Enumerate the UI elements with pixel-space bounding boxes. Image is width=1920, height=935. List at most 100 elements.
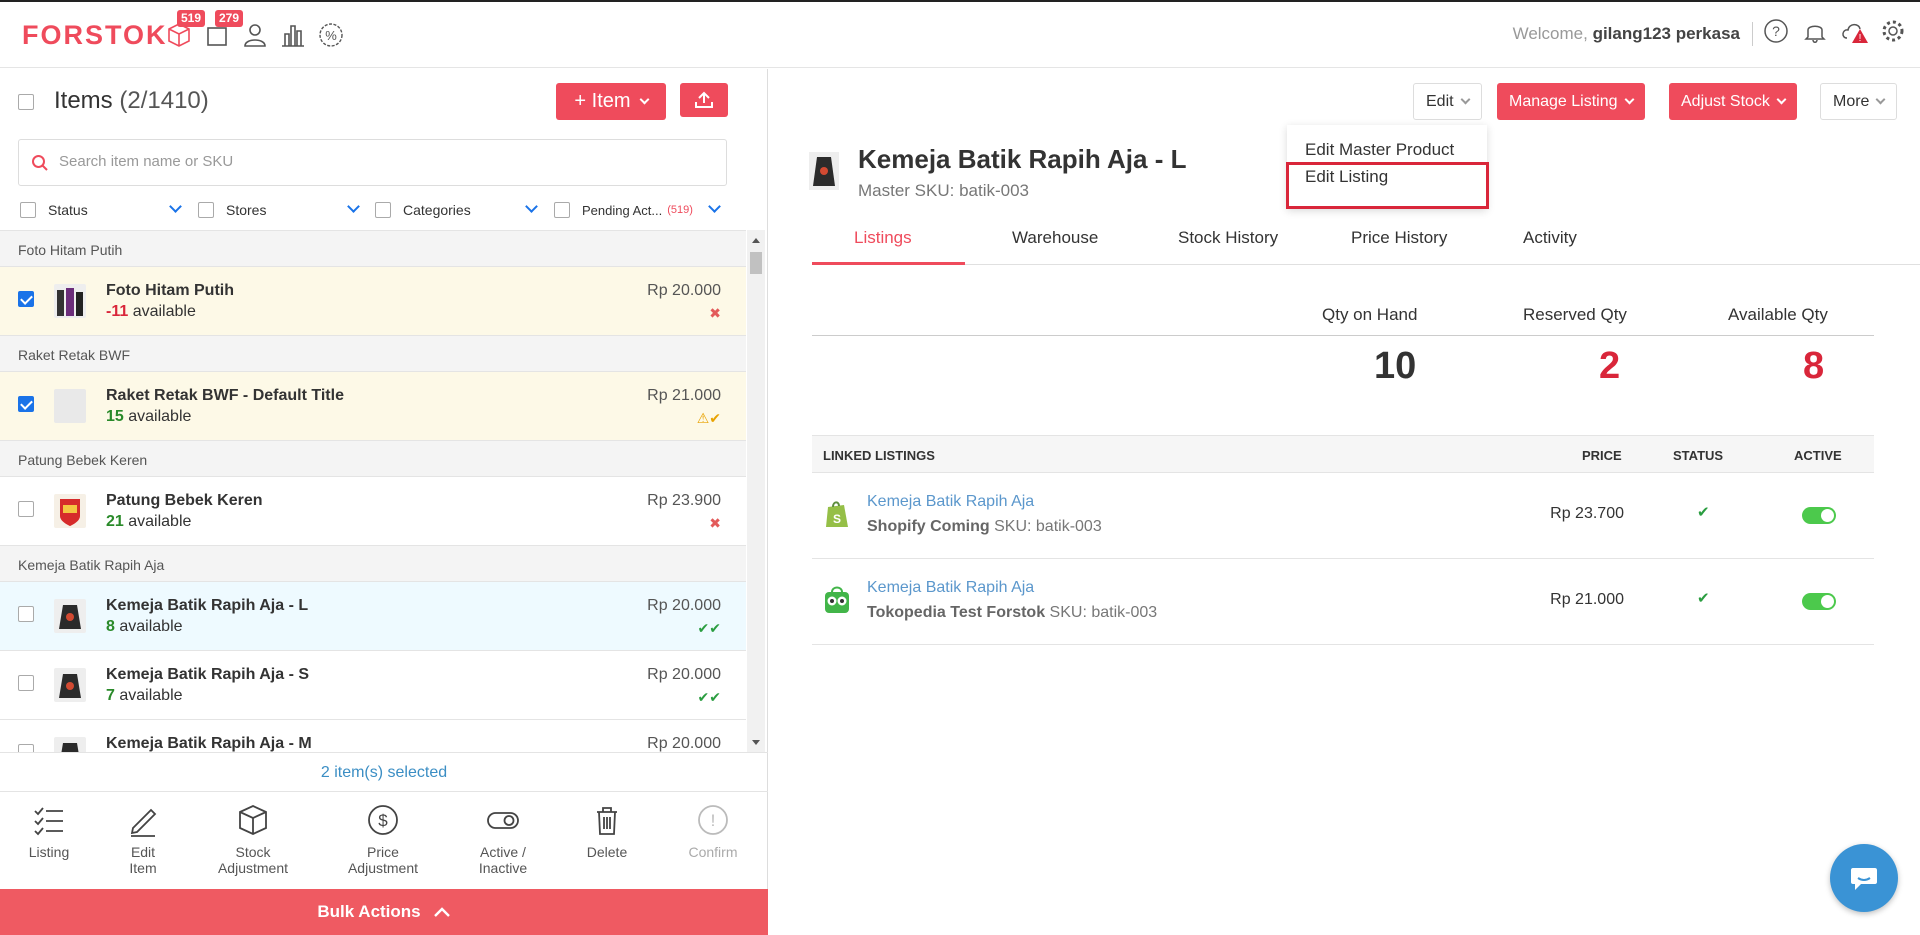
top-bar: FORSTOK 519 279 % Welcome, gilang123 per…	[0, 0, 1920, 68]
chevron-down-icon[interactable]	[708, 200, 721, 213]
promotion-icon[interactable]: %	[316, 16, 346, 50]
manage-listing-label: Manage Listing	[1509, 92, 1618, 110]
select-all-checkbox[interactable]	[18, 94, 34, 110]
item-price: Rp 21.000	[647, 387, 721, 404]
confirm-action[interactable]: ! Confirm	[668, 802, 758, 860]
chat-widget-button[interactable]	[1830, 844, 1898, 912]
listing-store: Shopify Coming SKU: batik-003	[867, 518, 1102, 536]
tab-listings[interactable]: Listings	[854, 228, 912, 248]
edit-button[interactable]: Edit	[1413, 83, 1482, 120]
scroll-down-arrow-icon[interactable]	[752, 740, 760, 749]
scrollbar-thumb[interactable]	[750, 252, 762, 274]
list-item[interactable]: Patung Bebek Keren 21 available Rp 23.90…	[0, 476, 746, 545]
listing-name-link[interactable]: Kemeja Batik Rapih Aja	[867, 493, 1034, 511]
user-name[interactable]: gilang123 perkasa	[1593, 24, 1740, 43]
report-chart-icon[interactable]	[278, 16, 308, 50]
categories-checkbox[interactable]	[375, 202, 391, 218]
list-item[interactable]: Raket Retak BWF - Default Title 15 avail…	[0, 371, 746, 440]
item-name: Patung Bebek Keren	[106, 492, 263, 509]
item-availability: 15 available	[106, 408, 191, 426]
adjust-stock-button[interactable]: Adjust Stock	[1669, 83, 1797, 120]
master-sku: Master SKU: batik-003	[858, 181, 1030, 200]
edit-item-action[interactable]: Edit Item	[98, 802, 188, 876]
svg-text:S: S	[833, 512, 841, 526]
tab-warehouse[interactable]: Warehouse	[1012, 228, 1098, 248]
active-toggle[interactable]	[1802, 507, 1836, 524]
price-adjustment-action[interactable]: $ Price Adjustment	[338, 802, 428, 876]
more-button-label: More	[1833, 92, 1870, 110]
item-availability: 21 available	[106, 513, 191, 531]
item-price: Rp 23.900	[647, 492, 721, 509]
trash-icon	[597, 807, 617, 835]
scroll-up-arrow-icon[interactable]	[752, 234, 760, 243]
search-icon	[32, 155, 48, 171]
gear-icon[interactable]	[1880, 18, 1906, 46]
item-checkbox[interactable]	[18, 501, 34, 517]
chevron-down-icon[interactable]	[525, 200, 538, 213]
item-checkbox[interactable]	[18, 396, 34, 412]
manage-listing-button[interactable]: Manage Listing	[1497, 83, 1645, 120]
items-title: Items (2/1410)	[54, 87, 209, 115]
status-mark-icon: ✔✔	[697, 689, 721, 705]
items-panel: Items (2/1410) + Item Status Stores Cate…	[0, 69, 768, 935]
listing-action[interactable]: Listing	[4, 802, 94, 860]
edit-master-product-item[interactable]: Edit Master Product	[1305, 140, 1454, 160]
stores-filter[interactable]: Stores	[198, 202, 266, 218]
item-price: Rp 20.000	[647, 735, 721, 752]
list-scrollbar[interactable]	[747, 230, 765, 752]
item-avail-label: available	[128, 408, 192, 425]
list-item[interactable]: Kemeja Batik Rapih Aja - L 8 available R…	[0, 581, 746, 650]
tab-stock-history[interactable]: Stock History	[1178, 228, 1278, 248]
forstok-logo[interactable]: FORSTOK	[22, 20, 168, 51]
item-checkbox[interactable]	[18, 675, 34, 691]
help-icon[interactable]: ?	[1763, 18, 1789, 46]
list-item[interactable]: Kemeja Batik Rapih Aja - S 7 available R…	[0, 650, 746, 719]
export-button[interactable]	[680, 83, 728, 117]
pending-action-filter[interactable]: Pending Act... (519)	[554, 202, 693, 218]
item-name: Raket Retak BWF - Default Title	[106, 387, 344, 404]
active-toggle[interactable]	[1802, 593, 1836, 610]
stock-adjustment-action[interactable]: Stock Adjustment	[208, 802, 298, 876]
chevron-down-icon[interactable]	[347, 200, 360, 213]
tab-activity[interactable]: Activity	[1523, 228, 1577, 248]
customer-icon[interactable]	[240, 16, 270, 50]
pending-checkbox[interactable]	[554, 202, 570, 218]
item-checkbox[interactable]	[18, 606, 34, 622]
bell-icon[interactable]	[1802, 18, 1828, 46]
tab-price-history[interactable]: Price History	[1351, 228, 1447, 248]
categories-filter[interactable]: Categories	[375, 202, 471, 218]
item-checkbox[interactable]	[18, 291, 34, 307]
item-name: Kemeja Batik Rapih Aja - L	[106, 597, 309, 614]
items-count: (2/1410)	[119, 87, 209, 114]
item-qty: 21	[106, 513, 124, 530]
alert-cloud-icon[interactable]: !	[1841, 18, 1868, 46]
chevron-down-icon[interactable]	[169, 200, 182, 213]
listing-store: Tokopedia Test Forstok SKU: batik-003	[867, 604, 1157, 622]
packages-nav-icon[interactable]: 279	[202, 10, 244, 50]
list-item[interactable]: Foto Hitam Putih -11 available Rp 20.000…	[0, 266, 746, 335]
active-inactive-action[interactable]: Active / Inactive	[458, 802, 548, 876]
orders-nav-icon[interactable]: 519	[164, 10, 206, 50]
item-checkbox[interactable]	[18, 744, 34, 752]
status-filter[interactable]: Status	[20, 202, 88, 218]
svg-text:!: !	[1859, 33, 1862, 44]
status-header: STATUS	[1673, 448, 1724, 463]
stock-adjustment-label: Stock Adjustment	[217, 844, 289, 876]
more-button[interactable]: More	[1820, 83, 1898, 120]
add-item-button[interactable]: + Item	[556, 83, 666, 120]
status-filter-label: Status	[48, 202, 88, 218]
item-avail-label: available	[119, 687, 183, 704]
group-header: Patung Bebek Keren	[0, 440, 746, 476]
reserved-qty-label: Reserved Qty	[1523, 305, 1627, 324]
delete-action[interactable]: Delete	[562, 802, 652, 860]
search-box	[18, 139, 727, 186]
bulk-actions-button[interactable]: Bulk Actions	[0, 889, 768, 935]
item-price: Rp 20.000	[647, 597, 721, 614]
item-avail-label: available	[132, 303, 196, 320]
stores-checkbox[interactable]	[198, 202, 214, 218]
list-item[interactable]: Kemeja Batik Rapih Aja - M Rp 20.000	[0, 719, 746, 752]
listing-name-link[interactable]: Kemeja Batik Rapih Aja	[867, 579, 1034, 597]
status-checkbox[interactable]	[20, 202, 36, 218]
search-input[interactable]	[59, 153, 699, 170]
shopify-icon: S	[826, 501, 848, 527]
